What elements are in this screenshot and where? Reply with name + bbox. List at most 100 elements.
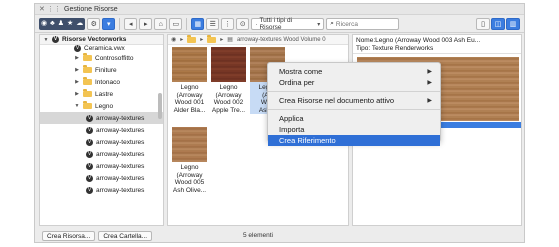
vectorworks-libraries-icon[interactable]: ◉ [41, 18, 47, 30]
back-icon[interactable]: ◂ [124, 18, 138, 30]
search-box[interactable]: ⌕ [326, 18, 400, 30]
thumb-label: (Arroway [176, 171, 203, 179]
tree-item[interactable]: Varroway-textures [40, 160, 163, 172]
menu-item-create-in-document[interactable]: Crea Risorse nel documento attivo ▶ [268, 95, 440, 106]
vectorworks-file-icon: V [86, 174, 93, 182]
favorites-icon[interactable]: ★ [67, 18, 73, 30]
thumb-label: (Arroway [176, 91, 203, 99]
close-icon[interactable]: ✕ [39, 5, 46, 13]
folder-icon [83, 77, 92, 85]
tree-item-label: arroway-textures [96, 186, 145, 194]
settings-icon[interactable]: ⚙ [87, 18, 101, 30]
column-view-icon[interactable]: ⋮ [221, 18, 235, 30]
tree-list: V Ceramica.vwx ▶ Controsoffitto ▶ Finiture ▶ In… [40, 45, 163, 196]
cloud-icon[interactable]: ☁ [76, 18, 83, 30]
create-folder-button[interactable]: Crea Cartella... [98, 231, 153, 241]
folder-up-icon[interactable]: ▭ [169, 18, 183, 30]
menu-separator [268, 91, 440, 92]
resource-type-value: Tutti i tipi di Risorse [259, 17, 293, 31]
layout-buttons: ▯ ◫ ▥ [476, 18, 520, 30]
filter-icon[interactable]: ⊙ [236, 18, 250, 30]
menu-item-create-reference[interactable]: Crea Riferimento [268, 135, 440, 146]
settings-dropdown-icon[interactable]: ▾ [102, 18, 116, 30]
expand-icon[interactable]: ▶ [74, 67, 80, 73]
tree-item-label: arroway-textures [96, 174, 145, 182]
tree-item[interactable]: Varroway-textures [40, 184, 163, 196]
menu-item-label: Importa [279, 125, 305, 134]
select-dot-icon: · [255, 20, 258, 28]
search-input[interactable] [335, 20, 396, 28]
expand-icon[interactable]: ▶ [74, 55, 80, 61]
tree-item[interactable]: ▶ Lastre [40, 88, 163, 100]
tree-item[interactable]: ▶ Intonaco [40, 76, 163, 88]
vectorworks-file-icon: V [86, 162, 93, 170]
grid-view-icon[interactable]: ▦ [191, 18, 205, 30]
item-count: 5 elementi [243, 232, 273, 239]
tree-item-label: Legno [95, 102, 114, 110]
menu-separator [268, 109, 440, 110]
workgroup-icon[interactable]: ♣ [50, 18, 55, 30]
vectorworks-icon[interactable]: ◉ [171, 36, 176, 43]
resource-thumb[interactable]: Legno (Arroway Wood 002 Apple Tre... [211, 47, 246, 114]
tree-item[interactable]: Varroway-textures [40, 172, 163, 184]
list-view-icon[interactable]: ☰ [206, 18, 220, 30]
tree-item[interactable]: Varroway-textures [40, 136, 163, 148]
window-title: Gestione Risorse [64, 5, 118, 13]
forward-icon[interactable]: ▸ [139, 18, 153, 30]
tree-item-label: arroway-textures [96, 114, 145, 122]
tree-item-label: Intonaco [95, 78, 120, 86]
tree-item[interactable]: ▶ Finiture [40, 64, 163, 76]
chevron-down-icon: ▾ [317, 21, 321, 28]
folder-icon [83, 89, 92, 97]
drag-handle-icon[interactable]: ⋮⋮ [47, 5, 61, 13]
tree-item-label: arroway-textures [96, 162, 145, 170]
tree-item[interactable]: Varroway-textures [40, 112, 163, 124]
divider [186, 18, 188, 30]
tree-item[interactable]: Varroway-textures [40, 148, 163, 160]
tree-item[interactable]: ▼ Legno [40, 100, 163, 112]
menu-item-label: Ordina per [279, 78, 315, 87]
vectorworks-file-icon: V [86, 150, 93, 158]
thumb-label: Wood 001 [174, 99, 205, 106]
resource-thumb[interactable]: Legno (Arroway Wood 005 Ash Olive... [172, 127, 207, 194]
resource-thumb[interactable]: Legno (Arroway Wood 001 Alder Bla... [172, 47, 207, 114]
thumb-label: Legno [180, 164, 199, 171]
tree-scrollbar[interactable] [158, 93, 162, 119]
breadcrumb-path[interactable]: arroway-textures Wood Volume 0 [237, 37, 326, 43]
divider [119, 18, 121, 30]
folder-icon [83, 101, 92, 109]
toolbar: ◉ ♣ ♟ ★ ☁ ⚙ ▾ ◂ ▸ ⌂ ▭ ▦ ☰ ⋮ ⊙ · Tutti i … [35, 16, 524, 33]
collapse-icon[interactable]: ▼ [74, 103, 80, 109]
home-icon[interactable]: ⌂ [154, 18, 168, 30]
layout-split-icon[interactable]: ◫ [491, 18, 505, 30]
create-resource-button[interactable]: Crea Risorsa... [42, 231, 96, 241]
tree-item[interactable]: Varroway-textures [40, 124, 163, 136]
context-menu: Mostra come ▶ Ordina per ▶ Crea Risorse … [267, 62, 441, 146]
layout-single-icon[interactable]: ▯ [476, 18, 490, 30]
folder-icon[interactable] [187, 35, 197, 43]
menu-item-label: Mostra come [279, 67, 323, 76]
tree-item[interactable]: ▶ Controsoffitto [40, 52, 163, 64]
tree-item[interactable]: V Ceramica.vwx [40, 45, 163, 52]
expand-icon[interactable]: ▶ [74, 91, 80, 97]
thumb-label: Wood 002 [213, 99, 244, 106]
texture-preview [172, 47, 207, 82]
resource-type-select[interactable]: · Tutti i tipi di Risorse ▾ [251, 17, 325, 31]
menu-item-show-as[interactable]: Mostra come ▶ [268, 66, 440, 77]
expand-icon[interactable]: ▼ [43, 37, 49, 43]
search-icon: ⌕ [330, 20, 334, 27]
expand-icon[interactable]: ▶ [74, 79, 80, 85]
folder-icon[interactable] [207, 35, 217, 43]
tree-item-label: Lastre [95, 90, 114, 98]
menu-item-import[interactable]: Importa [268, 124, 440, 135]
library-shortcuts: ◉ ♣ ♟ ★ ☁ [39, 18, 86, 30]
user-library-icon[interactable]: ♟ [58, 18, 64, 30]
menu-item-sort-by[interactable]: Ordina per ▶ [268, 77, 440, 88]
preview-type: Tipo: Texture Renderworks [356, 44, 434, 52]
thumb-label: (Arroway [215, 91, 242, 99]
layout-triple-icon[interactable]: ▥ [506, 18, 520, 30]
thumb-label: Legno [219, 84, 238, 91]
menu-item-apply[interactable]: Applica [268, 113, 440, 124]
tree-header[interactable]: ▼ V Risorse Vectorworks [40, 35, 163, 45]
submenu-arrow-icon: ▶ [427, 98, 432, 104]
